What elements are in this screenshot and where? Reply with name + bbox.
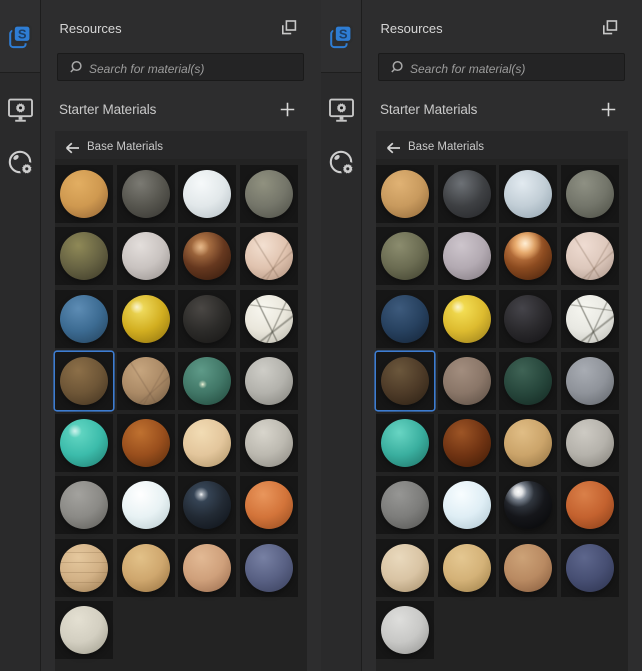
svg-text:S: S	[18, 27, 27, 42]
svg-text:S: S	[339, 27, 348, 42]
